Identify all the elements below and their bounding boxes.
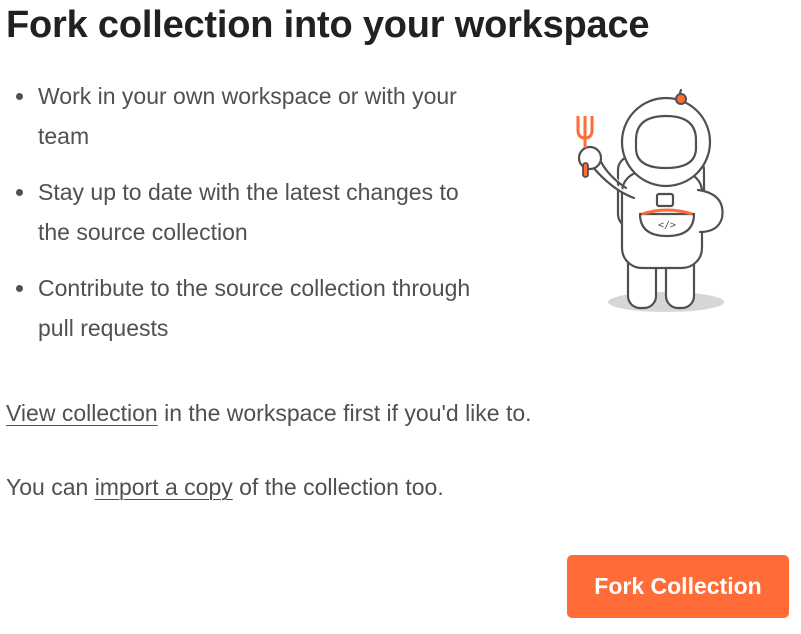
view-collection-link[interactable]: View collection bbox=[6, 400, 158, 426]
astronaut-with-fork-and-bowl-icon: </> bbox=[576, 88, 724, 312]
import-copy-prefix: You can bbox=[6, 474, 95, 500]
benefits-list: Work in your own workspace or with your … bbox=[6, 76, 476, 364]
benefit-text: Work in your own workspace or with your … bbox=[38, 83, 457, 149]
fork-collection-button[interactable]: Fork Collection bbox=[567, 555, 789, 618]
benefit-item: Stay up to date with the latest changes … bbox=[6, 172, 476, 252]
bullet-icon bbox=[16, 93, 23, 100]
page-title: Fork collection into your workspace bbox=[6, 4, 650, 46]
import-copy-link[interactable]: import a copy bbox=[95, 474, 233, 500]
view-collection-paragraph: View collection in the workspace first i… bbox=[6, 397, 532, 429]
benefit-item: Contribute to the source collection thro… bbox=[6, 268, 476, 348]
benefit-item: Work in your own workspace or with your … bbox=[6, 76, 476, 156]
import-copy-paragraph: You can import a copy of the collection … bbox=[6, 471, 444, 503]
import-copy-suffix: of the collection too. bbox=[232, 474, 444, 500]
benefit-text: Contribute to the source collection thro… bbox=[38, 275, 471, 341]
view-collection-text: in the workspace first if you'd like to. bbox=[157, 400, 532, 426]
bullet-icon bbox=[16, 285, 23, 292]
benefit-text: Stay up to date with the latest changes … bbox=[38, 179, 459, 245]
bowl-label: </> bbox=[658, 220, 676, 231]
bullet-icon bbox=[16, 189, 23, 196]
